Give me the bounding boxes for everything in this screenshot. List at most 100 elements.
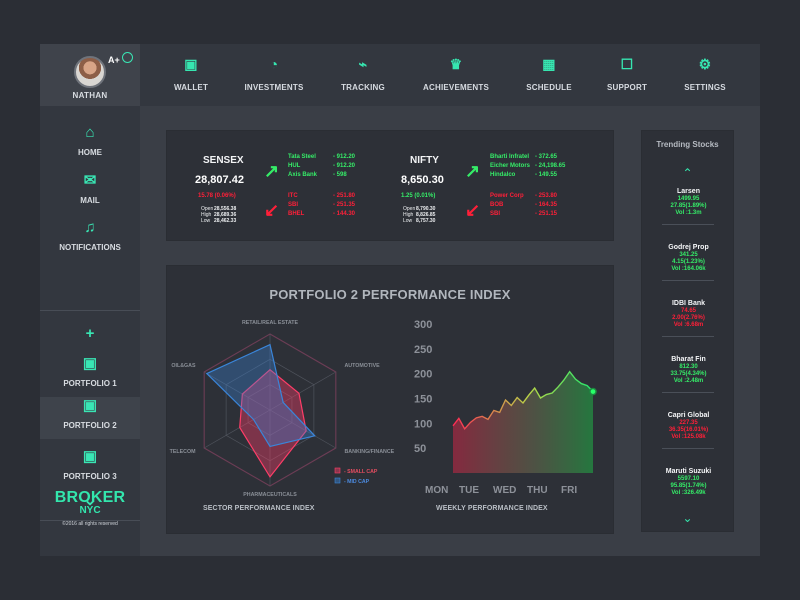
nav-investments[interactable]: ◔ INVESTMENTS [233,56,315,92]
sidebar-item-label: NOTIFICATIONS [59,243,121,252]
y-tick-label: 150 [414,394,432,406]
trending-stock-item[interactable]: Maruti Suzuki 5597.10 95.85(1.74%) Vol :… [642,468,735,497]
loser-value: - 144.30 [333,211,356,217]
trending-stock-item[interactable]: Godrej Prop 341.25 4.15(1.23%) Vol :164.… [642,244,735,273]
briefcase-icon: ▣ [82,355,98,372]
y-tick-label: 100 [414,418,432,430]
stock-volume: Vol :6.68m [673,322,704,328]
radar-axis-label: PHARMACEUTICALS [243,492,297,498]
gainer-value: - 912.20 [333,163,356,169]
sidebar-item-mail[interactable]: ✉ MAIL [40,172,140,214]
stock-volume: Vol :164.06k [671,266,706,272]
loser-row[interactable]: Power Corp - 253.80 [490,192,557,201]
chevron-up-icon[interactable]: ⌃ [642,167,733,179]
loser-name: SBI [490,211,501,217]
sensex-change: 15.78 (0.06%) [198,193,236,199]
dashboard-frame: A+ NATHAN ▣ WALLET ◔ INVESTMENTS ⌁ TRACKING… [40,44,760,556]
chevron-down-icon[interactable]: ⌄ [642,512,733,524]
weekly-area-chart: 50 100 150 200 250 300 MON TUE WED THU FRI [414,319,597,496]
nav-label: SUPPORT [606,83,648,92]
copyright-text: ©2016 all rights reserved [62,521,118,527]
stock-change: 95.85(1.74%) [670,483,707,489]
trending-stock-item[interactable]: Larsen 1499.95 27.85(1.89%) Vol :1.3m [642,188,735,217]
y-tick-label: 50 [414,443,426,455]
nifty-value: 8,650.30 [401,174,444,186]
arrow-up-icon: ↗ [264,161,280,181]
gainer-row[interactable]: Hindalco - 149.55 [490,171,565,180]
nav-achievements[interactable]: ♛ ACHIEVEMENTS [415,56,497,92]
home-icon: ⌂ [85,124,95,141]
nifty-stats: Open8,790.30 High 8,826.85 Low 8,757.30 [403,206,435,224]
stock-change: 2.00(2.76%) [672,315,705,321]
stock-volume: Vol :2.48m [673,378,704,384]
profile-card[interactable]: A+ NATHAN [40,44,140,106]
performance-panel: PORTFOLIO 2 PERFORMANCE INDEX RETAIL/REA… [166,265,614,534]
legend-mid-cap-swatch [334,477,341,484]
nav-wallet[interactable]: ▣ WALLET [150,56,232,92]
stock-name: Godrej Prop [668,244,709,251]
brand-subtitle: NYC [79,505,101,516]
loser-row[interactable]: SBI - 251.15 [490,210,557,219]
nav-tracking[interactable]: ⌁ TRACKING [322,56,404,92]
nav-support[interactable]: ☐ SUPPORT [586,56,668,92]
stock-name: Larsen [677,188,700,195]
sidebar: ⌂ HOME ✉ MAIL ♫ NOTIFICATIONS + ▣ PORTFOLIO … [40,106,140,556]
trending-divider [662,336,714,337]
sidebar-item-label: HOME [78,148,102,157]
stock-price: 5597.10 [677,476,700,482]
stock-change: 33.75(4.34%) [670,371,707,377]
sensex-stats: Open28,556.38 High 28,689.36 Low 28,462.33 [201,206,236,224]
loser-row[interactable]: SBI - 251.35 [288,201,355,210]
trending-stock-item[interactable]: IDBI Bank 74.65 2.00(2.76%) Vol :6.68m [642,300,735,329]
sidebar-item-label: PORTFOLIO 2 [63,421,117,430]
current-point-marker[interactable] [589,387,597,396]
loser-name: BHEL [288,211,305,217]
trending-stock-item[interactable]: Bharat Fin 812.30 33.75(4.34%) Vol :2.48… [642,356,735,385]
chat-icon: ☐ [620,56,634,72]
loser-name: SBI [288,202,299,208]
loser-row[interactable]: BHEL - 144.30 [288,210,355,219]
sensex-gainers: Tata Steel - 912.20 HUL - 912.20 Axis Bank… [288,153,355,180]
sidebar-item-notifications[interactable]: ♫ NOTIFICATIONS [40,219,140,261]
arrow-up-icon: ↗ [465,161,481,181]
gainer-row[interactable]: Bharti Infratel - 372.65 [490,153,565,162]
gainer-row[interactable]: Eicher Motors - 24,198.65 [490,162,565,171]
stock-name: Capri Global [667,412,710,419]
sidebar-item-portfolio-2[interactable]: ▣ PORTFOLIO 2 [40,397,140,439]
legend-small-cap-swatch [334,467,341,474]
gainer-row[interactable]: Tata Steel - 912.20 [288,153,355,162]
stock-price: 74.65 [680,308,696,314]
gear-icon: ⚙ [698,56,712,72]
nifty-change: 1.25 (0.01%) [401,193,436,199]
sidebar-item-home[interactable]: ⌂ HOME [40,124,140,166]
stock-change: 4.15(1.23%) [672,259,705,265]
y-tick-label: 250 [414,344,432,356]
gainer-row[interactable]: HUL - 912.20 [288,162,355,171]
loser-row[interactable]: BOB - 164.35 [490,201,557,210]
legend-small-cap-label: - SMALL CAP [344,469,378,475]
performance-title: PORTFOLIO 2 PERFORMANCE INDEX [269,287,511,302]
trophy-icon: ♛ [449,56,463,72]
sector-radar-chart: RETAIL/REAL ESTATE AUTOMOTIVE BANKING/FINA… [170,320,395,498]
loser-value: - 251.80 [333,193,356,199]
loser-name: ITC [288,193,298,199]
profile-name: NATHAN [72,91,108,100]
nav-settings[interactable]: ⚙ SETTINGS [664,56,746,92]
loser-name: Power Corp [490,193,524,199]
sidebar-add-portfolio[interactable]: + [40,325,140,347]
stock-change: 36.35(16.01%) [668,427,709,433]
nav-schedule[interactable]: ▦ SCHEDULE [508,56,590,92]
sidebar-item-portfolio-1[interactable]: ▣ PORTFOLIO 1 [40,355,140,397]
loser-row[interactable]: ITC - 251.80 [288,192,355,201]
gainer-row[interactable]: Axis Bank - 598 [288,171,355,180]
gainer-name: Bharti Infratel [490,154,530,160]
trending-divider [662,392,714,393]
avatar[interactable] [74,56,106,88]
trending-stock-item[interactable]: Capri Global 227.35 36.35(16.01%) Vol :1… [642,412,735,441]
loser-value: - 164.35 [535,202,558,208]
gainer-value: - 24,198.65 [535,163,566,169]
sidebar-item-portfolio-3[interactable]: ▣ PORTFOLIO 3 [40,448,140,490]
stock-name: IDBI Bank [671,300,706,307]
pie-chart-icon: ◔ [269,56,279,72]
award-icon [122,52,133,63]
